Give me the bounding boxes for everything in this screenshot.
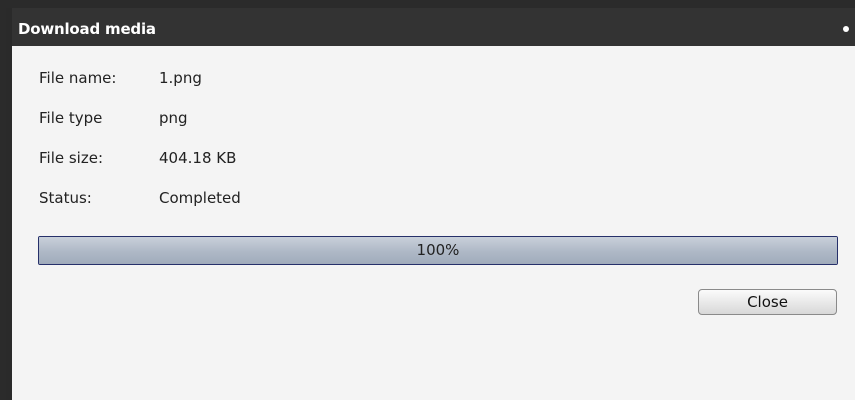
close-button[interactable]: Close — [698, 289, 837, 315]
file-name-value: 1.png — [159, 69, 202, 87]
window-control-dot-icon[interactable] — [843, 26, 849, 32]
file-type-label: File type — [39, 109, 103, 127]
download-media-dialog: Download media File name: 1.png File typ… — [6, 8, 855, 400]
dialog-title: Download media — [18, 20, 156, 38]
status-label: Status: — [39, 189, 92, 207]
file-type-value: png — [159, 109, 188, 127]
status-value: Completed — [159, 189, 241, 207]
progress-percent-label: 100% — [416, 241, 460, 259]
dialog-titlebar[interactable]: Download media — [12, 8, 855, 46]
download-progress-bar: 100% — [38, 236, 838, 265]
file-name-label: File name: — [39, 69, 117, 87]
file-size-value: 404.18 KB — [159, 149, 237, 167]
file-size-label: File size: — [39, 149, 104, 167]
